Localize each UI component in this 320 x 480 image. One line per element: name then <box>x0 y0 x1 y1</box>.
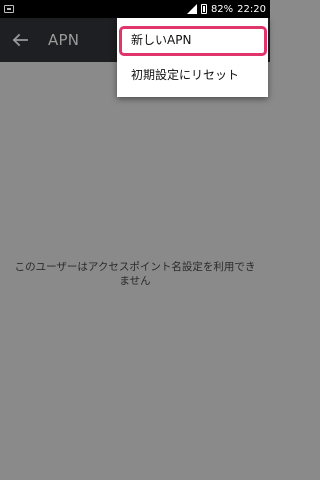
status-indicators: 82% 22:20 <box>186 3 266 15</box>
overflow-menu: 新しいAPN 初期設定にリセット <box>117 18 268 97</box>
screen: 82% 22:20 APN このユーザーはアクセスポイント名設定を利用できません… <box>0 0 270 480</box>
status-bar: 82% 22:20 <box>0 0 270 18</box>
menu-item-reset-defaults[interactable]: 初期設定にリセット <box>117 56 268 93</box>
menu-item-new-apn[interactable]: 新しいAPN <box>117 21 268 58</box>
battery-percent: 82% <box>210 3 234 15</box>
content-area: このユーザーはアクセスポイント名設定を利用できません <box>0 62 270 480</box>
battery-icon <box>200 4 207 14</box>
empty-state-message: このユーザーはアクセスポイント名設定を利用できません <box>14 261 256 287</box>
clock: 22:20 <box>237 3 266 15</box>
notification-icon <box>4 5 14 13</box>
page-title: APN <box>48 31 80 49</box>
signal-icon <box>186 4 197 14</box>
back-button[interactable] <box>0 18 40 62</box>
arrow-back-icon <box>12 33 28 47</box>
